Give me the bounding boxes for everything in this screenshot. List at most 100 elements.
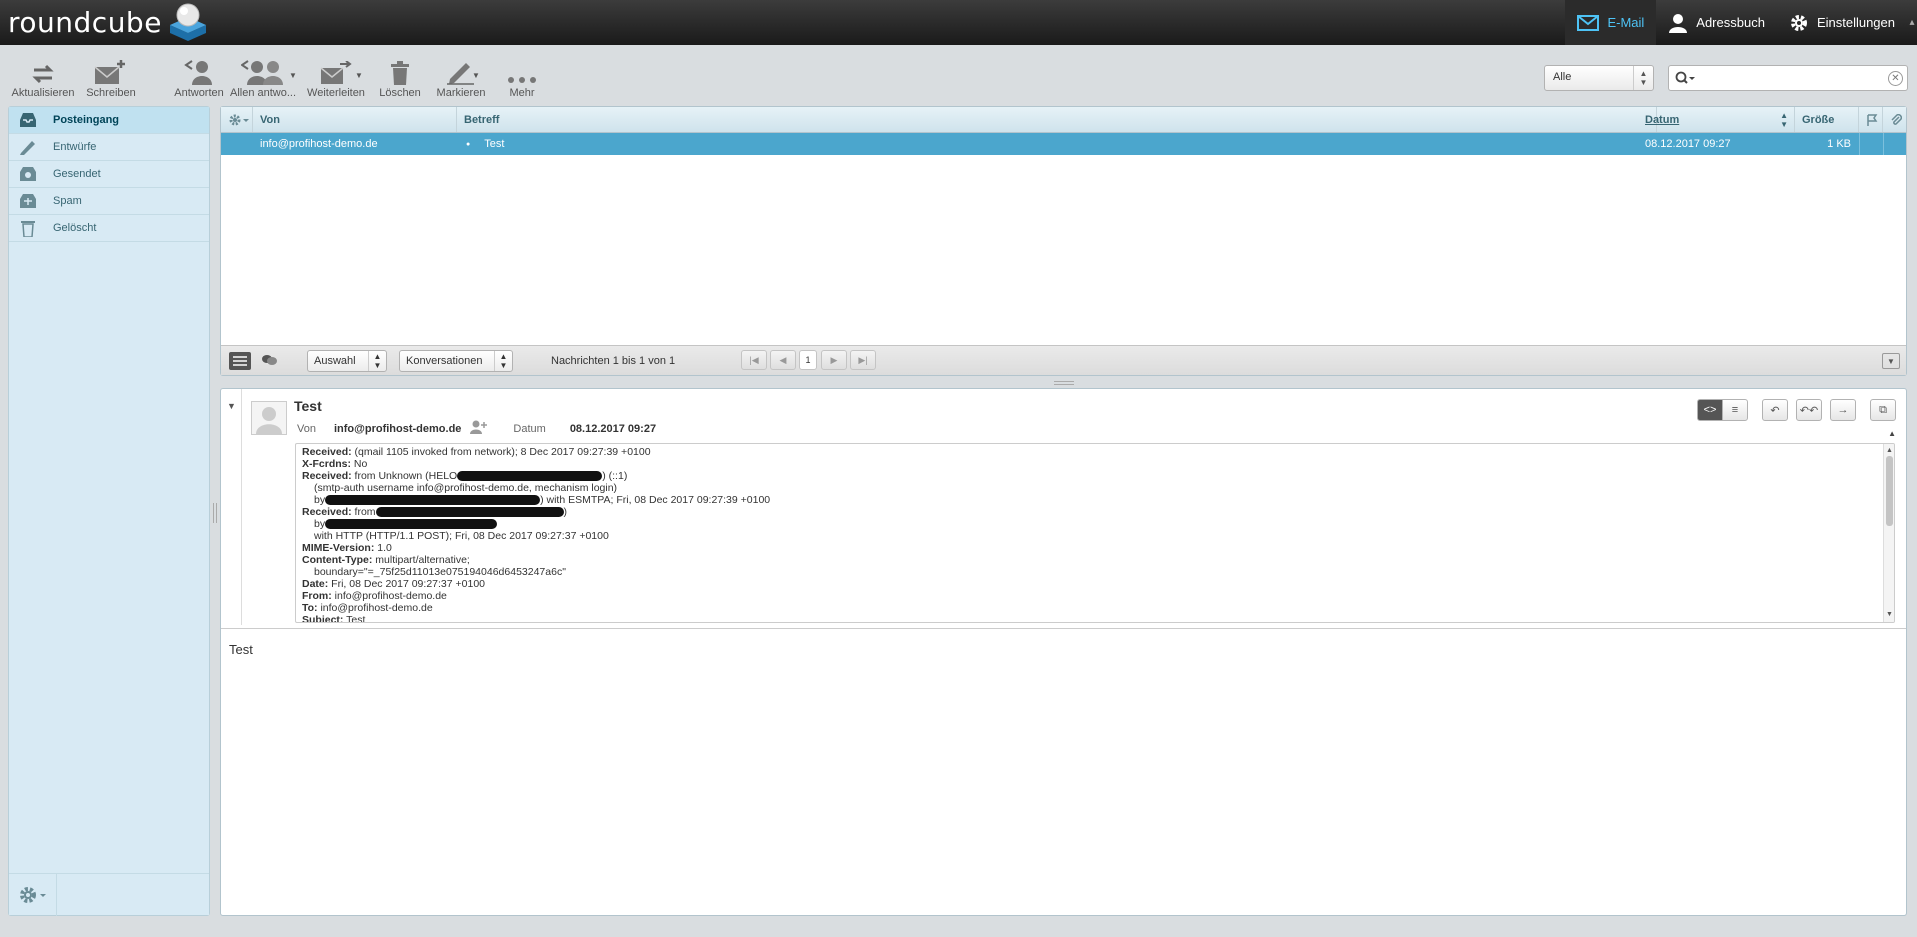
search-input[interactable]: ✕	[1668, 65, 1908, 91]
reply-arrow-icon: ↶	[1770, 404, 1780, 417]
folder-label: Gesendet	[53, 168, 101, 180]
sort-icon: ▲ ▼	[1780, 110, 1788, 129]
compose-button[interactable]: Schreiben	[82, 57, 140, 99]
code-icon: <>	[1703, 404, 1717, 416]
forward-dropdown-icon[interactable]: ▼	[355, 71, 363, 80]
row-date: 08.12.2017 09:27	[1645, 138, 1731, 150]
from-label: Von	[297, 422, 316, 435]
mark-dropdown-icon[interactable]: ▼	[472, 71, 480, 80]
filter-select[interactable]: Alle ▲ ▼	[1544, 65, 1654, 91]
row-from: info@profihost-demo.de	[260, 138, 378, 150]
reply-all-label: Allen antwo...	[230, 87, 297, 99]
forward-envelope-icon	[320, 61, 352, 84]
message-preview: ▼ Test Von info@profihost-demo.de Datum …	[220, 388, 1907, 916]
clear-search-icon[interactable]: ✕	[1888, 71, 1903, 86]
flag-icon	[1867, 113, 1878, 126]
column-flag[interactable]	[1859, 107, 1883, 132]
from-line: Von info@profihost-demo.de Datum 08.12.2…	[297, 420, 656, 437]
logo-text: roundcube	[8, 5, 162, 39]
message-header: ▼ Test Von info@profihost-demo.de Datum …	[221, 389, 1906, 629]
column-subject[interactable]: Betreff	[457, 107, 1657, 132]
nav-mail[interactable]: E-Mail	[1565, 0, 1657, 45]
new-window-icon: ⧉	[1879, 403, 1887, 416]
reply-label: Antworten	[174, 87, 224, 99]
toggle-preview-button[interactable]: ▼	[1882, 353, 1900, 369]
chevron-up-icon[interactable]: ▲	[1888, 429, 1896, 438]
thread-view-button[interactable]	[261, 353, 277, 370]
updown-icon: ▲ ▼	[494, 351, 512, 371]
column-from[interactable]: Von	[253, 107, 457, 132]
folder-sent[interactable]: Gesendet	[9, 161, 209, 188]
reply-button[interactable]: Antworten	[172, 57, 226, 99]
open-window-button[interactable]: ⧉	[1870, 399, 1896, 421]
vertical-splitter[interactable]	[213, 503, 217, 523]
nav-settings[interactable]: Einstellungen	[1777, 0, 1907, 45]
message-list: Von Betreff Datum ▲ ▼ Größe info@profihost…	[220, 106, 1907, 376]
threads-select[interactable]: Konversationen ▲ ▼	[399, 350, 513, 372]
reply-button-small[interactable]: ↶	[1762, 399, 1788, 421]
reply-all-people-icon	[241, 60, 283, 85]
column-size[interactable]: Größe	[1795, 107, 1859, 132]
reply-all-button-small[interactable]: ↶↶	[1796, 399, 1822, 421]
reply-all-arrow-icon: ↶↶	[1799, 404, 1819, 417]
column-attachment[interactable]	[1883, 107, 1907, 132]
selection-label: Auswahl	[314, 355, 356, 367]
summary-view-button[interactable]: ≡	[1722, 399, 1748, 421]
scroll-down-icon[interactable]: ▼	[1886, 609, 1893, 621]
gear-icon	[1790, 14, 1807, 31]
prev-page-icon: ◀	[779, 354, 787, 365]
more-label: Mehr	[509, 87, 535, 99]
nav-addressbook-label: Adressbuch	[1696, 15, 1765, 30]
list-icon	[233, 356, 247, 366]
scroll-thumb[interactable]	[1886, 456, 1893, 526]
from-address[interactable]: info@profihost-demo.de	[334, 423, 461, 435]
redacted-block	[325, 495, 541, 506]
folder-drafts[interactable]: Entwürfe	[9, 134, 209, 161]
delete-button[interactable]: Löschen	[375, 57, 425, 99]
column-size-label: Größe	[1802, 113, 1835, 126]
list-options-button[interactable]	[221, 107, 253, 132]
raw-headers-panel[interactable]: Received: (qmail 1105 invoked from netwo…	[295, 443, 1895, 623]
compose-envelope-icon	[94, 60, 125, 84]
prev-page-button[interactable]: ◀	[770, 350, 796, 370]
list-view-button[interactable]	[229, 352, 251, 370]
add-contact-icon[interactable]	[469, 420, 488, 437]
folder-inbox[interactable]: Posteingang	[9, 107, 209, 134]
gear-icon	[19, 886, 46, 903]
folder-spam[interactable]: Spam	[9, 188, 209, 215]
nav-more-arrow[interactable]: ▴	[1907, 0, 1917, 45]
search-icon[interactable]	[1675, 71, 1695, 88]
person-icon	[1669, 13, 1688, 33]
horizontal-splitter[interactable]	[1054, 381, 1074, 385]
unread-dot-icon: ●	[466, 140, 471, 148]
folder-trash[interactable]: Gelöscht	[9, 215, 209, 242]
message-count: Nachrichten 1 bis 1 von 1	[551, 355, 676, 367]
refresh-button[interactable]: Aktualisieren	[11, 57, 75, 99]
first-page-button[interactable]: |◀	[741, 350, 767, 370]
column-date[interactable]: Datum ▲ ▼	[1638, 107, 1795, 132]
nav-addressbook[interactable]: Adressbuch	[1656, 0, 1777, 45]
next-page-button[interactable]: ▶	[821, 350, 847, 370]
reply-all-dropdown-icon[interactable]: ▼	[289, 71, 297, 80]
trash-icon	[391, 61, 409, 85]
reply-all-button[interactable]: Allen antwo...	[230, 57, 297, 99]
message-body: Test	[229, 642, 253, 657]
collapse-header-icon[interactable]: ▼	[227, 401, 236, 411]
nav-settings-label: Einstellungen	[1816, 15, 1895, 30]
page-number-input[interactable]: 1	[799, 350, 817, 370]
list-footer: Auswahl ▲ ▼ Konversationen ▲ ▼ Nachrichten…	[221, 345, 1906, 375]
row-size: 1 KB	[1827, 138, 1851, 150]
roundcube-logo[interactable]: roundcube	[8, 3, 210, 41]
headers-scrollbar[interactable]: ▲ ▼	[1883, 444, 1894, 622]
selection-select[interactable]: Auswahl ▲ ▼	[307, 350, 387, 372]
source-view-button[interactable]: <>	[1697, 399, 1723, 421]
chevron-down-icon: ▼	[1887, 356, 1895, 366]
more-button[interactable]: Mehr	[502, 57, 542, 99]
table-row[interactable]: info@profihost-demo.de ● Test 08.12.2017…	[221, 133, 1906, 155]
message-subject: Test	[294, 398, 322, 414]
updown-icon: ▲ ▼	[1633, 66, 1653, 90]
forward-button-small[interactable]: →	[1830, 399, 1856, 421]
refresh-label: Aktualisieren	[11, 87, 75, 99]
last-page-button[interactable]: ▶|	[850, 350, 876, 370]
folder-settings-button[interactable]	[9, 873, 57, 916]
